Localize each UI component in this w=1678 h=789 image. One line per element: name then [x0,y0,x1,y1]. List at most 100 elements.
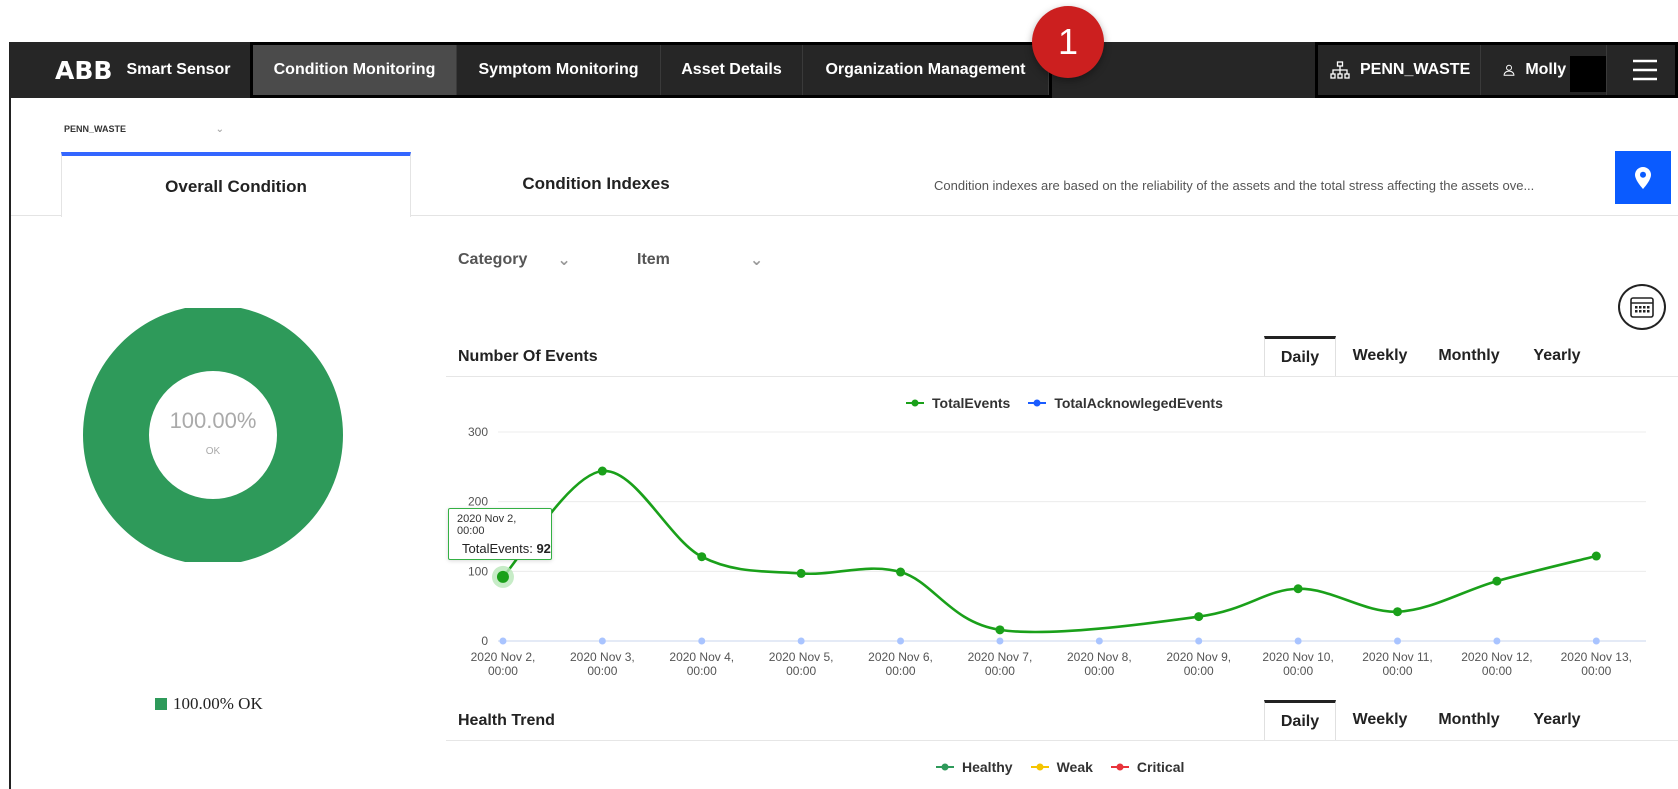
legend-item-critical[interactable]: Critical [1110,759,1185,775]
y-tick-label: 300 [468,425,488,439]
legend-line-critical [1110,763,1129,771]
total-events-point [1293,584,1303,594]
events-legend: TotalEvents TotalAcknowlegedEvents [906,395,1241,411]
x-tick-label: 00:00 [587,664,617,678]
total-events-point [995,625,1005,635]
x-tick-label: 2020 Nov 10, [1262,650,1333,664]
top-navigation-bar: ABB Smart Sensor Condition Monitoring Sy… [10,42,1678,98]
acknowledged-point [1095,637,1103,645]
health-period-tabs: Daily Weekly Monthly Yearly [1264,700,1600,740]
site-selector[interactable]: PENN_WASTE ⌄ [64,124,224,135]
date-picker-button[interactable] [1618,284,1666,330]
tooltip-row: TotalEvents: 92 [462,541,551,556]
acknowledged-point [698,637,706,645]
x-tick-label: 2020 Nov 13, [1561,650,1632,664]
nav-symptom-monitoring[interactable]: Symptom Monitoring [457,45,661,95]
nav-asset-details[interactable]: Asset Details [661,45,803,95]
events-section-title: Number Of Events [458,348,598,365]
total-events-point [597,466,607,476]
legend-critical: Critical [1136,759,1185,775]
events-tab-daily[interactable]: Daily [1264,336,1336,376]
legend-acknowledged-events: TotalAcknowlegedEvents [1054,395,1223,411]
health-tab-weekly[interactable]: Weekly [1336,700,1424,740]
nav-condition-monitoring[interactable]: Condition Monitoring [253,45,457,95]
acknowledged-point [897,637,905,645]
tab-overall-condition[interactable]: Overall Condition [61,152,411,217]
nav-organization-management[interactable]: Organization Management [803,45,1049,95]
legend-total-events: TotalEvents [932,395,1011,411]
x-tick-label: 2020 Nov 5, [769,650,834,664]
legend-item-weak[interactable]: Weak [1030,759,1093,775]
category-filter[interactable]: Category ⌄ [458,250,571,270]
acknowledged-point [797,637,805,645]
total-events-point [1393,607,1403,617]
donut-status: OK [206,446,221,457]
tooltip-series: TotalEvents [462,541,530,556]
total-events-point [896,567,906,577]
legend-item-acknowledged[interactable]: TotalAcknowlegedEvents [1028,395,1223,411]
acknowledged-point [1592,637,1600,645]
x-tick-label: 2020 Nov 6, [868,650,933,664]
donut-ring-ok[interactable] [83,305,343,565]
item-filter[interactable]: Item ⌄ [637,250,763,270]
x-tick-label: 2020 Nov 3, [570,650,635,664]
health-tab-yearly[interactable]: Yearly [1514,700,1600,740]
legend-healthy: Healthy [962,759,1013,775]
location-button[interactable] [1615,151,1671,204]
site-selector-value: PENN_WASTE [64,124,127,134]
total-events-point [796,568,806,578]
user-icon [1503,64,1515,76]
user-menu[interactable]: Molly [1481,45,1608,95]
x-tick-label: 2020 Nov 2, [471,650,536,664]
menu-button[interactable] [1615,45,1675,95]
total-events-point [496,570,509,583]
org-switcher[interactable]: PENN_WASTE [1318,45,1482,95]
legend-item-healthy[interactable]: Healthy [936,759,1013,775]
total-events-point [1492,576,1502,586]
x-tick-label: 00:00 [1382,664,1412,678]
acknowledged-point [1493,637,1501,645]
y-tick-label: 0 [481,634,488,648]
x-tick-label: 00:00 [985,664,1015,678]
legend-line-healthy [936,763,954,771]
x-tick-label: 00:00 [1581,664,1611,678]
donut-legend: 100.00% OK [155,694,263,714]
acknowledged-point [598,637,606,645]
acknowledged-point [499,637,507,645]
total-events-line [502,469,1597,634]
x-tick-label: 00:00 [786,664,816,678]
x-tick-label: 2020 Nov 9, [1166,650,1231,664]
legend-weak: Weak [1056,759,1093,775]
org-name: PENN_WASTE [1360,61,1471,78]
events-tab-weekly[interactable]: Weekly [1336,336,1424,376]
x-tick-label: 00:00 [1184,664,1214,678]
x-tick-label: 00:00 [1283,664,1313,678]
events-tab-yearly[interactable]: Yearly [1514,336,1600,376]
health-tab-daily[interactable]: Daily [1264,700,1336,740]
acknowledged-point [1195,637,1203,645]
health-tab-monthly[interactable]: Monthly [1424,700,1514,740]
tooltip-value: 92 [536,541,551,556]
legend-item-total-events[interactable]: TotalEvents [906,395,1010,411]
abb-logo: ABB [55,55,113,85]
legend-swatch-ok [155,698,167,710]
condition-indexes-description: Condition indexes are based on the relia… [934,178,1535,193]
user-area: PENN_WASTE Molly [1315,42,1678,98]
events-tab-monthly[interactable]: Monthly [1424,336,1514,376]
tab-condition-indexes[interactable]: Condition Indexes [421,152,771,216]
legend-line-weak [1030,763,1049,771]
health-section-title: Health Trend [458,712,555,729]
x-tick-label: 2020 Nov 8, [1067,650,1132,664]
user-name: Molly [1525,61,1567,78]
overall-condition-donut: 100.00% OK [82,305,344,565]
brand[interactable]: ABB Smart Sensor [10,42,248,98]
calendar-icon [1630,297,1654,318]
legend-line-blue [1028,399,1047,407]
category-filter-label: Category [458,251,528,268]
x-tick-label: 2020 Nov 12, [1461,650,1532,664]
acknowledged-point [1394,637,1402,645]
legend-ok-label: 100.00% OK [173,694,263,713]
legend-line-green [906,399,924,407]
acknowledged-point [1294,637,1302,645]
redacted-box [1570,55,1607,92]
